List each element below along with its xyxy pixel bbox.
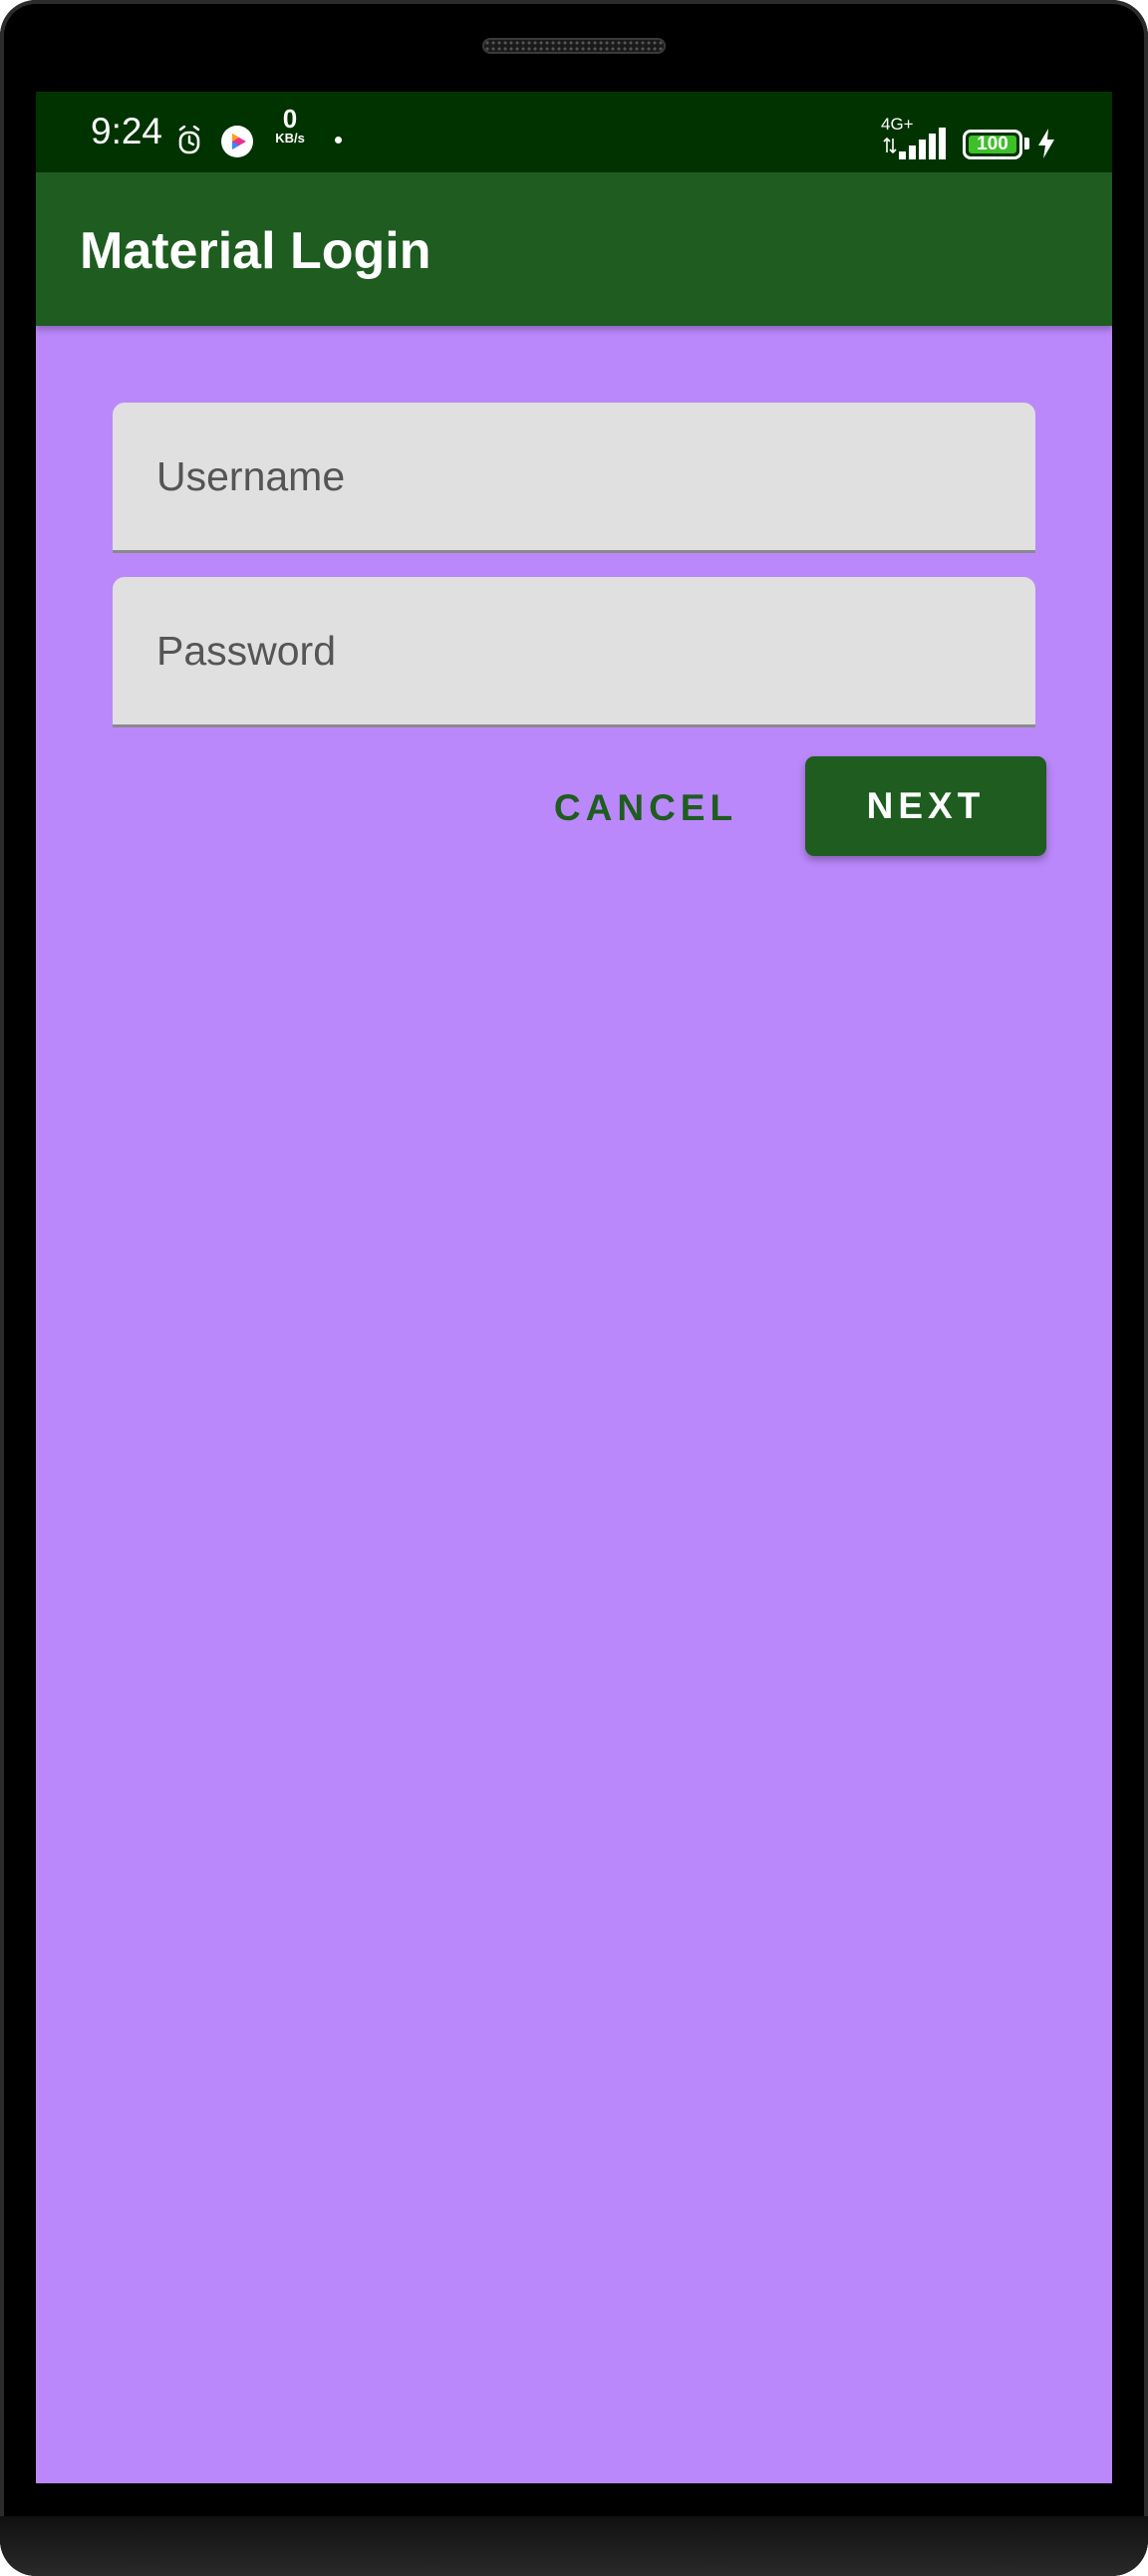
alarm-icon bbox=[178, 126, 200, 154]
signal-icon bbox=[899, 128, 946, 159]
username-field[interactable] bbox=[113, 403, 1035, 553]
app-title: Material Login bbox=[80, 222, 431, 280]
notification-dot-icon bbox=[335, 137, 342, 143]
password-input[interactable] bbox=[113, 577, 1035, 724]
battery-tip bbox=[1024, 138, 1029, 149]
username-input[interactable] bbox=[113, 403, 1035, 550]
data-speed-value: 0 bbox=[282, 104, 298, 134]
status-bar: 9:24 0 KB/s 4G+ 100 bbox=[36, 92, 1112, 172]
media-player-icon bbox=[221, 126, 253, 157]
battery-level: 100 bbox=[977, 134, 1008, 154]
screen: 9:24 0 KB/s 4G+ 100 Material Login Usern… bbox=[36, 92, 1112, 2483]
app-bar: Material Login bbox=[36, 172, 1112, 326]
charging-icon bbox=[1038, 129, 1054, 158]
earpiece-speaker bbox=[482, 38, 666, 54]
data-speed-unit: KB/s bbox=[275, 131, 305, 145]
phone-frame: 9:24 0 KB/s 4G+ 100 Material Login Usern… bbox=[0, 0, 1148, 2576]
data-speed-indicator: 0 KB/s bbox=[268, 106, 312, 145]
cancel-button[interactable]: CANCEL bbox=[546, 758, 745, 858]
device-chin bbox=[0, 2516, 1148, 2576]
battery-icon: 100 bbox=[963, 130, 1022, 159]
password-field[interactable] bbox=[113, 577, 1035, 727]
data-transfer-icon bbox=[883, 137, 897, 154]
next-button[interactable]: NEXT bbox=[805, 756, 1046, 856]
status-time: 9:24 bbox=[91, 111, 163, 151]
